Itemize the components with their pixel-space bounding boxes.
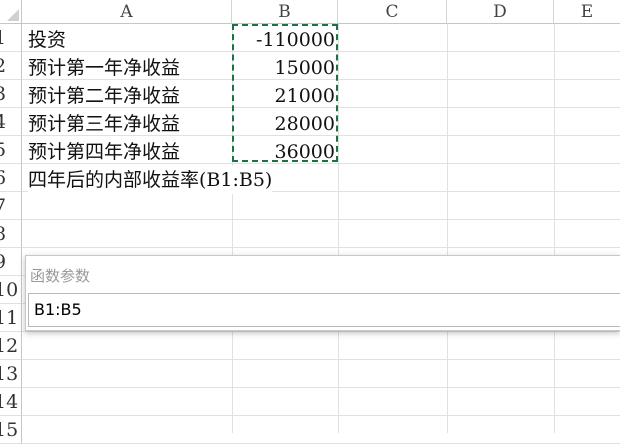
sheet-row[interactable] (22, 360, 620, 388)
row-header[interactable]: 14 (0, 388, 22, 416)
row-header[interactable]: 2 (0, 52, 22, 80)
cell-a3[interactable]: 预计第二年净收益 (28, 82, 180, 110)
column-header-c[interactable]: C (338, 0, 447, 24)
row-header[interactable]: 8 (0, 220, 22, 248)
row-header[interactable]: 13 (0, 360, 22, 388)
column-header-b[interactable]: B (232, 0, 338, 24)
cell-a5[interactable]: 预计第四年净收益 (28, 138, 180, 166)
sheet-row[interactable] (22, 416, 620, 444)
row-header[interactable]: 5 (0, 136, 22, 164)
function-arguments-dialog: 函数参数 B1:B5 (25, 255, 620, 331)
gridline (554, 24, 555, 433)
gridline (338, 24, 339, 433)
column-header-d[interactable]: D (447, 0, 554, 24)
copy-selection-marquee (232, 24, 338, 162)
gridline (447, 24, 448, 433)
dialog-title: 函数参数 (30, 267, 91, 285)
sheet-row[interactable] (22, 388, 620, 416)
cell-a4[interactable]: 预计第三年净收益 (28, 110, 180, 138)
cell-a6[interactable]: 四年后的内部收益率(B1:B5) (28, 166, 273, 194)
row-header[interactable]: 4 (0, 108, 22, 136)
sheet-row[interactable] (22, 332, 620, 360)
row-header[interactable]: 6 (0, 164, 22, 192)
cell-a1[interactable]: 投资 (28, 26, 66, 54)
argument-input[interactable]: B1:B5 (28, 293, 620, 327)
row-header[interactable]: 11 (0, 304, 22, 332)
column-header-e[interactable]: E (554, 0, 620, 24)
row-header[interactable]: 1 (0, 24, 22, 52)
select-all-corner[interactable] (0, 0, 22, 24)
row-header[interactable]: 3 (0, 80, 22, 108)
sheet-row[interactable] (22, 220, 620, 248)
row-header[interactable]: 7 (0, 192, 22, 220)
row-header[interactable]: 12 (0, 332, 22, 360)
row-header[interactable]: 15 (0, 416, 22, 444)
column-header-a[interactable]: A (22, 0, 232, 24)
cell-a2[interactable]: 预计第一年净收益 (28, 54, 180, 82)
row-header[interactable]: 10 (0, 276, 22, 304)
row-header[interactable]: 9 (0, 248, 22, 276)
sheet-row[interactable] (22, 192, 620, 220)
